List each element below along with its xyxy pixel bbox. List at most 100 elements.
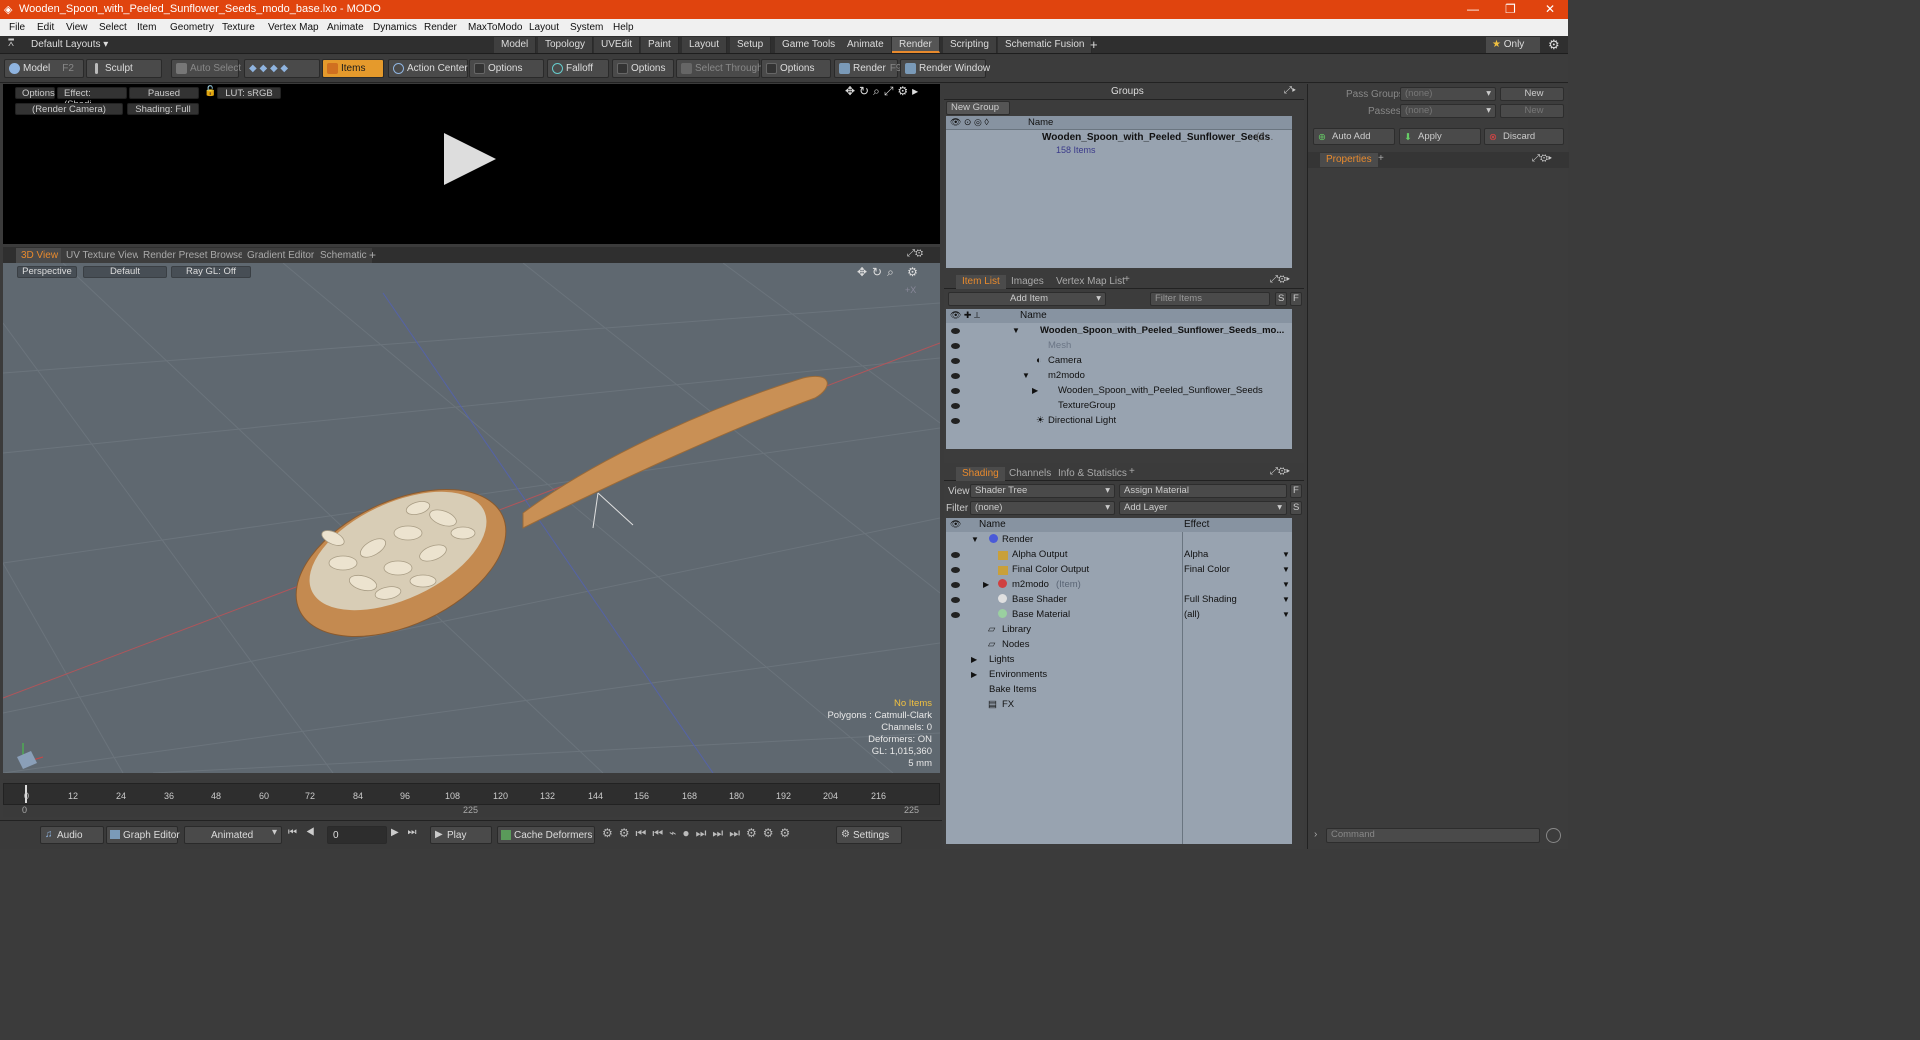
effect-dropdown-arrow[interactable]: ▼	[1282, 563, 1290, 577]
key-tool-icons[interactable]: ⚙⚙⏮⏮⌁●⏭⏭⏭⚙⚙⚙	[602, 826, 796, 841]
play-button[interactable]: ▶ Play	[430, 826, 492, 844]
settings-button[interactable]: ⚙ Settings	[836, 826, 902, 844]
group-item-name[interactable]: Wooden_Spoon_with_Peeled_Sunflower_Seeds	[1042, 132, 1270, 143]
s-button[interactable]: S	[1275, 292, 1287, 306]
tab-vertex-map-list[interactable]: Vertex Map List	[1050, 275, 1131, 289]
auto-select-button[interactable]: Auto Select	[171, 59, 241, 78]
menu-texture[interactable]: Texture	[222, 22, 255, 33]
shader-row[interactable]: ▱ Library	[946, 623, 1292, 638]
menu-edit[interactable]: Edit	[37, 22, 54, 33]
menu-system[interactable]: System	[570, 22, 603, 33]
tab-channels[interactable]: Channels	[1003, 467, 1057, 481]
default-shading-dropdown[interactable]: Default	[83, 266, 167, 278]
lut-dropdown[interactable]: LUT: sRGB	[217, 87, 281, 99]
item-tree[interactable]: 👁 ✚ ⟂ Name ▼ Wooden_Spoon_with_Peeled_Sun…	[946, 309, 1292, 449]
effect-dropdown-arrow[interactable]: ▼	[1282, 548, 1290, 562]
auto-add-button[interactable]: ⊕ Auto Add	[1313, 128, 1395, 145]
tab-shading[interactable]: Shading	[956, 467, 1005, 481]
tab-info-statistics[interactable]: Info & Statistics	[1052, 467, 1133, 481]
shading-dropdown[interactable]: Shading: Full	[127, 103, 199, 115]
command-input[interactable]: Command	[1326, 828, 1540, 843]
add-tab-button[interactable]: +	[1090, 37, 1098, 52]
menu-layout[interactable]: Layout	[529, 22, 559, 33]
raygl-dropdown[interactable]: Ray GL: Off	[171, 266, 251, 278]
eye-icon[interactable]	[951, 582, 960, 588]
menu-help[interactable]: Help	[613, 22, 634, 33]
lock-icon[interactable]: 🔓	[204, 86, 216, 97]
eye-icon[interactable]	[951, 358, 960, 364]
tab-gradient-editor[interactable]: Gradient Editor	[242, 248, 320, 263]
restore-button[interactable]: ❐	[1505, 2, 1516, 16]
new-group-button[interactable]: New Group	[946, 101, 1010, 115]
tab-model[interactable]: Model	[494, 37, 537, 53]
shader-tree[interactable]: 👁 Name Effect ▼ Render Alpha Output Alpha ▼…	[946, 518, 1292, 844]
shader-row[interactable]: ▶ Environments	[946, 668, 1292, 683]
shader-row[interactable]: ▱ Nodes	[946, 638, 1292, 653]
eye-icon[interactable]	[951, 567, 960, 573]
3d-viewport[interactable]: Perspective Default Ray GL: Off ✥↻⌕ ⚙ +X…	[3, 263, 940, 773]
action-center-button[interactable]: Action Center	[388, 59, 468, 78]
panel-options-icon[interactable]: ⤢⚙▸	[1270, 466, 1290, 477]
menu-geometry[interactable]: Geometry	[170, 22, 214, 33]
minimize-button[interactable]: —	[1467, 2, 1479, 16]
tab-item-list[interactable]: Item List	[956, 275, 1006, 289]
view-dropdown[interactable]: Shader Tree	[970, 484, 1115, 498]
paused-button[interactable]: Paused	[129, 87, 199, 99]
tab-setup[interactable]: Setup	[730, 37, 772, 53]
menu-dynamics[interactable]: Dynamics	[373, 22, 417, 33]
shader-row[interactable]: Base Shader Full Shading ▼	[946, 593, 1292, 608]
default-layouts-dropdown[interactable]: Default Layouts ▾	[31, 39, 108, 50]
tab-topology[interactable]: Topology	[538, 37, 594, 53]
tab-uvedit[interactable]: UVEdit	[594, 37, 641, 53]
panel-options-icon[interactable]: ⤢⚙▸	[1532, 153, 1552, 164]
tab-images[interactable]: Images	[1005, 275, 1050, 289]
perspective-dropdown[interactable]: Perspective	[17, 266, 77, 278]
select-through-button[interactable]: Select Through	[676, 59, 763, 78]
new-pass-button[interactable]: New	[1500, 104, 1564, 118]
collapse-icon[interactable]: ⩞	[8, 38, 14, 49]
expand-icon[interactable]: ⤢▸	[1284, 85, 1296, 96]
close-button[interactable]: ✕	[1545, 2, 1555, 16]
assign-material-button[interactable]: Assign Material	[1119, 484, 1287, 498]
add-item-dropdown[interactable]: Add Item	[948, 292, 1106, 306]
add-tab-icon[interactable]: +	[1378, 153, 1384, 164]
effect-dropdown-arrow[interactable]: ▼	[1282, 578, 1290, 592]
add-layer-dropdown[interactable]: Add Layer	[1119, 501, 1287, 515]
timeline[interactable]: 0 12 24 36 48 60 72 84 96 108 120 132 14…	[3, 779, 940, 817]
menu-view[interactable]: View	[66, 22, 88, 33]
falloff-button[interactable]: Falloff	[547, 59, 609, 78]
model-mode-button[interactable]: Model F2	[4, 59, 84, 78]
eye-icon[interactable]	[951, 343, 960, 349]
eye-icon[interactable]	[951, 373, 960, 379]
add-viewport-tab-button[interactable]: +	[369, 248, 376, 262]
tab-render[interactable]: Render	[892, 37, 940, 53]
viewport-nav-icons[interactable]: ✥↻⌕ ⚙	[857, 265, 923, 280]
tab-paint[interactable]: Paint	[641, 37, 679, 53]
apply-button[interactable]: ⬇ Apply	[1399, 128, 1481, 145]
render-options-button[interactable]: Options	[15, 87, 55, 99]
tab-schematic[interactable]: Schematic	[315, 248, 372, 263]
item-row[interactable]: ▼ Wooden_Spoon_with_Peeled_Sunflower_Seed…	[946, 324, 1292, 339]
add-tab-icon[interactable]: +	[1124, 274, 1130, 285]
filter-items-input[interactable]: Filter Items	[1150, 292, 1270, 306]
sculpt-button[interactable]: Sculpt	[86, 59, 162, 78]
tab-3d-view[interactable]: 3D View	[16, 248, 64, 263]
eye-icon[interactable]	[951, 328, 960, 334]
maximize-icon[interactable]: ⤢⚙	[907, 248, 923, 259]
item-row[interactable]: ◐ Camera	[946, 354, 1292, 369]
new-pass-group-button[interactable]: New	[1500, 87, 1564, 101]
prev-key-buttons[interactable]: ⏮ ◀	[288, 827, 318, 838]
effect-dropdown-arrow[interactable]: ▼	[1282, 593, 1290, 607]
item-row[interactable]: ▼ m2modo	[946, 369, 1292, 384]
timeline-ruler[interactable]	[3, 783, 940, 805]
tab-animate[interactable]: Animate	[840, 37, 892, 53]
select-options-button[interactable]: Options	[761, 59, 831, 78]
selection-modes[interactable]: ◆ ◆ ◆ ◆	[244, 59, 320, 78]
menu-animate[interactable]: Animate	[327, 22, 364, 33]
eye-icon[interactable]	[951, 552, 960, 558]
shader-row[interactable]: ▶ m2modo (Item) ▼	[946, 578, 1292, 593]
audio-button[interactable]: ♫ Audio	[40, 826, 104, 844]
menu-render[interactable]: Render	[424, 22, 457, 33]
eye-icon[interactable]	[951, 403, 960, 409]
passes-dropdown[interactable]: (none)	[1400, 104, 1496, 118]
